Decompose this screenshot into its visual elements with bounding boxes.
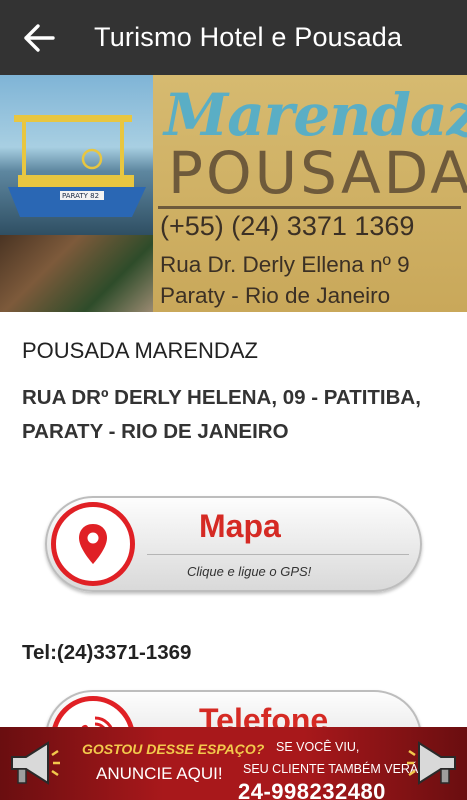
map-pin-icon xyxy=(79,524,107,564)
divider xyxy=(147,554,409,555)
hotel-name: POUSADA MARENDAZ xyxy=(22,338,258,363)
hotel-telephone: Tel:(24)3371-1369 xyxy=(22,641,192,664)
hotel-photo xyxy=(0,235,153,312)
back-button[interactable] xyxy=(0,0,78,75)
ad-banner[interactable]: GOSTOU DESSE ESPAÇO? ANUNCIE AQUI! SE VO… xyxy=(0,727,467,800)
hotel-banner: PARATY 82 Marendaz POUSADA (+55) (24) 33… xyxy=(0,75,467,312)
arrow-left-icon xyxy=(24,23,55,52)
megaphone-icon xyxy=(11,741,60,785)
ad-cta: ANUNCIE AQUI! xyxy=(96,764,223,783)
map-button-label: Mapa xyxy=(199,508,281,544)
map-button[interactable]: Mapa Clique e ligue o GPS! xyxy=(45,496,422,592)
banner-city: Paraty - Rio de Janeiro xyxy=(160,283,391,308)
banner-street: Rua Dr. Derly Ellena nº 9 xyxy=(160,252,410,277)
boat-photo: PARATY 82 xyxy=(0,75,153,235)
logo-divider xyxy=(158,206,461,209)
ad-question: GOSTOU DESSE ESPAÇO? xyxy=(82,741,265,757)
ad-line-2: SEU CLIENTE TAMBÉM VERÁ! xyxy=(243,762,422,776)
ad-line-1: SE VOCÊ VIU, xyxy=(276,740,360,754)
app-bar: Turismo Hotel e Pousada xyxy=(0,0,467,75)
map-button-sublabel: Clique e ligue o GPS! xyxy=(187,564,312,579)
banner-phone: (+55) (24) 3371 1369 xyxy=(160,211,415,241)
ad-phone-number: 24-998232480 xyxy=(238,779,386,800)
boat-label: PARATY 82 xyxy=(62,192,99,200)
page-title: Turismo Hotel e Pousada xyxy=(94,22,403,52)
hotel-address: RUA DRº DERLY HELENA, 09 - PATITIBA, PAR… xyxy=(22,386,421,443)
logo-brand: POUSADA xyxy=(168,139,467,207)
megaphone-icon xyxy=(407,741,456,785)
